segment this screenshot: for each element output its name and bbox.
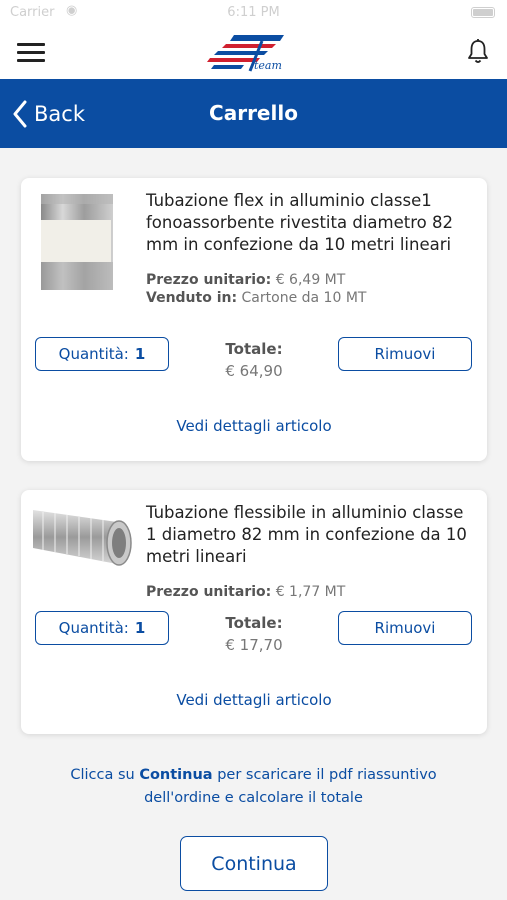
product-name: Tubazione flessibile in alluminio classe… — [146, 503, 467, 566]
cart-item-card: Tubazione flex in alluminio classe1 fono… — [21, 178, 487, 461]
logo-text: team — [254, 59, 282, 72]
cart-item-card: Tubazione flessibile in alluminio classe… — [21, 490, 487, 734]
bell-icon[interactable] — [467, 38, 489, 64]
footer-note-bold: Continua — [139, 767, 213, 783]
product-image — [41, 194, 113, 290]
quantity-label: Quantità: — [58, 619, 129, 637]
footer-note: Clicca su Continua per scaricare il pdf … — [40, 764, 467, 810]
view-details-link[interactable]: Vedi dettagli articolo — [21, 691, 487, 709]
page-title: Carrello — [209, 101, 298, 125]
quantity-label: Quantità: — [58, 345, 129, 363]
status-time: 6:11 PM — [227, 5, 280, 20]
sold-in-label: Venduto in: — [146, 290, 238, 306]
total-block: Totale: € 64,90 — [191, 340, 317, 380]
total-value: € 17,70 — [225, 636, 283, 654]
unit-price-label: Prezzo unitario: — [146, 272, 272, 288]
unit-price-label: Prezzo unitario: — [146, 584, 272, 600]
top-header: team — [0, 26, 507, 79]
product-image — [33, 510, 132, 566]
total-label: Totale: — [225, 614, 283, 632]
hamburger-menu-icon[interactable] — [17, 43, 45, 63]
quantity-value: 1 — [134, 345, 146, 363]
remove-button[interactable]: Rimuovi — [338, 611, 472, 645]
quantity-value: 1 — [134, 619, 146, 637]
unit-price-value: € 6,49 MT — [275, 272, 346, 288]
total-block: Totale: € 17,70 — [191, 614, 317, 654]
unit-price-value: € 1,77 MT — [275, 584, 346, 600]
product-name: Tubazione flex in alluminio classe1 fono… — [146, 191, 453, 254]
remove-button[interactable]: Rimuovi — [338, 337, 472, 371]
total-label: Totale: — [225, 340, 283, 358]
quantity-button[interactable]: Quantità: 1 — [35, 337, 169, 371]
total-value: € 64,90 — [225, 362, 283, 380]
unit-price-line: Prezzo unitario: € 6,49 MT — [146, 272, 477, 288]
footer-note-prefix: Clicca su — [70, 767, 135, 783]
nav-bar: Back Carrello — [0, 79, 507, 148]
sold-in-value: Cartone da 10 MT — [241, 290, 367, 306]
unit-price-line: Prezzo unitario: € 1,77 MT — [146, 584, 477, 600]
steam-logo: team — [207, 35, 284, 72]
continue-button[interactable]: Continua — [180, 836, 328, 891]
sold-in-line: Venduto in: Cartone da 10 MT — [146, 290, 477, 306]
status-bar: Carrier ◉ 6:11 PM — [0, 0, 507, 26]
battery-icon — [471, 7, 495, 18]
view-details-link[interactable]: Vedi dettagli articolo — [21, 417, 487, 435]
quantity-button[interactable]: Quantità: 1 — [35, 611, 169, 645]
